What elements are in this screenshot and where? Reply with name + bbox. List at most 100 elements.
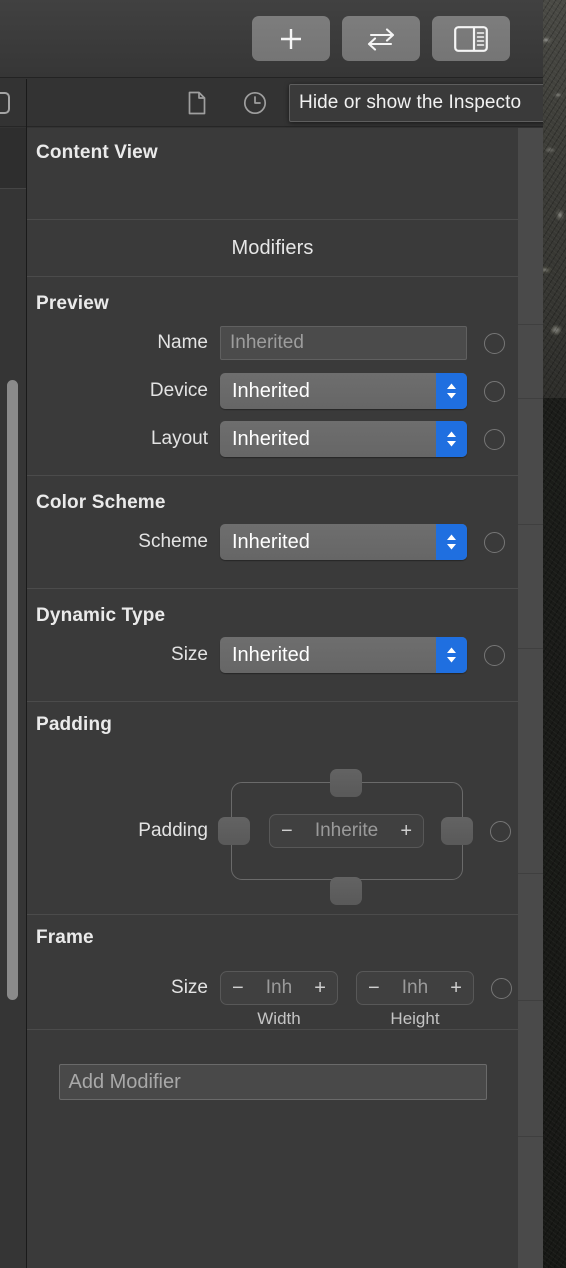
add-button[interactable] [252,16,330,61]
preview-device-value: Inherited [232,379,310,402]
label-padding: Padding [138,820,208,841]
strip-line [518,398,543,399]
label-frame-size: Size [171,977,208,998]
section-padding: Padding Padding − Inherite + [27,702,518,915]
label-device: Device [149,380,208,401]
app-window: Hide or show the Inspecto Content View M… [0,0,543,1268]
frame-width-group: − Inh + Width [220,971,338,1028]
frame-height-increment-button[interactable]: + [450,978,462,998]
chevron-updown-icon [436,637,467,673]
section-title-preview: Preview [36,293,109,314]
frame-height-decrement-button[interactable]: − [368,978,380,998]
padding-increment-button[interactable]: + [400,821,412,841]
inherit-indicator-layout[interactable] [484,428,505,450]
color-scheme-select[interactable]: Inherited [220,524,467,560]
frame-width-decrement-button[interactable]: − [232,978,244,998]
row-color-scheme: Scheme Inherited [27,522,518,562]
frame-width-stepper[interactable]: − Inh + [220,971,338,1005]
inherit-indicator-scheme[interactable] [484,531,505,553]
toolbar-button-group [252,16,510,61]
chevron-updown-icon [436,373,467,409]
frame-height-caption: Height [390,1009,440,1028]
preview-layout-select[interactable]: Inherited [220,421,467,457]
section-dynamic-type: Dynamic Type Size Inherited [27,589,518,702]
inherit-indicator-dynamic-type[interactable] [484,644,505,666]
arrow-swap-icon [365,26,397,52]
chevron-updown-icon [436,421,467,457]
frame-width-caption: Width [257,1009,301,1028]
strip-line [518,873,543,874]
padding-widget: − Inherite + [218,766,473,905]
inherit-indicator-frame[interactable] [491,977,512,999]
color-scheme-value: Inherited [232,530,310,553]
add-modifier-input[interactable]: Add Modifier [58,1064,487,1100]
label-scheme: Scheme [138,531,208,552]
modifiers-header: Modifiers [27,220,518,277]
gutter-vertical-rule [26,127,27,1268]
scrollbar-thumb[interactable] [7,380,18,1000]
section-color-scheme: Color Scheme Scheme Inherited [27,476,518,589]
preview-device-select[interactable]: Inherited [220,373,467,409]
page-title: Content View [36,142,158,163]
padding-toggle-bottom[interactable] [330,877,362,905]
add-modifier-area: Add Modifier [27,1030,518,1100]
section-title-frame: Frame [36,927,94,948]
vertical-scrollbar[interactable] [0,190,26,1268]
inherit-indicator-device[interactable] [484,380,505,402]
strip-line [518,648,543,649]
frame-height-group: − Inh + Height [356,971,474,1028]
plus-icon [277,25,305,53]
left-gutter [0,128,26,1268]
wallpaper-lower [540,398,566,1268]
section-title-color-scheme: Color Scheme [36,492,166,513]
inspector-tooltip: Hide or show the Inspecto [289,84,543,122]
frame-width-increment-button[interactable]: + [314,978,326,998]
padding-decrement-button[interactable]: − [281,821,293,841]
window-toolbar [0,0,543,78]
preview-name-input[interactable]: Inherited [220,326,467,360]
desktop-wallpaper [540,0,566,1268]
swap-button[interactable] [342,16,420,61]
inherit-indicator-padding[interactable] [490,820,511,842]
padding-toggle-right[interactable] [441,817,473,845]
label-size: Size [171,644,208,665]
row-frame-size: Size − Inh + Width − Inh + Height [27,971,518,1028]
preview-layout-value: Inherited [232,427,310,450]
frame-height-stepper[interactable]: − Inh + [356,971,474,1005]
toggle-inspector-button[interactable] [432,16,510,61]
gutter-separator [0,188,26,189]
chevron-updown-icon [436,524,467,560]
strip-line [518,1136,543,1137]
row-preview-layout: Layout Inherited [27,419,518,459]
row-padding: Padding − Inherite + [27,766,518,905]
row-preview-name: Name Inherited [27,323,518,363]
padding-toggle-top[interactable] [330,769,362,797]
frame-height-value: Inh [401,977,429,998]
padding-value: Inherite [314,820,379,841]
clock-icon[interactable] [242,90,268,116]
label-name: Name [157,332,208,353]
inspector-panel: Content View Modifiers Preview Name Inhe… [27,128,518,1268]
dynamic-type-size-select[interactable]: Inherited [220,637,467,673]
section-frame: Frame Size − Inh + Width − Inh + Height [27,915,518,1030]
document-icon[interactable] [184,90,210,116]
inspector-header: Content View [27,128,518,220]
inspector-panel-icon [454,25,488,52]
dynamic-type-size-value: Inherited [232,643,310,666]
tabbar-icon-group [184,90,268,116]
inherit-indicator-name[interactable] [484,332,505,354]
frame-width-value: Inh [265,977,293,998]
section-title-dynamic-type: Dynamic Type [36,605,166,626]
section-preview: Preview Name Inherited Device Inherited [27,277,518,476]
strip-line [518,324,543,325]
partial-left-icon[interactable] [0,91,13,115]
screen-root: Hide or show the Inspecto Content View M… [0,0,566,1268]
row-dynamic-type-size: Size Inherited [27,635,518,675]
padding-toggle-left[interactable] [218,817,250,845]
padding-stepper[interactable]: − Inherite + [269,814,424,848]
strip-line [518,1000,543,1001]
section-title-padding: Padding [36,714,112,735]
row-preview-device: Device Inherited [27,371,518,411]
